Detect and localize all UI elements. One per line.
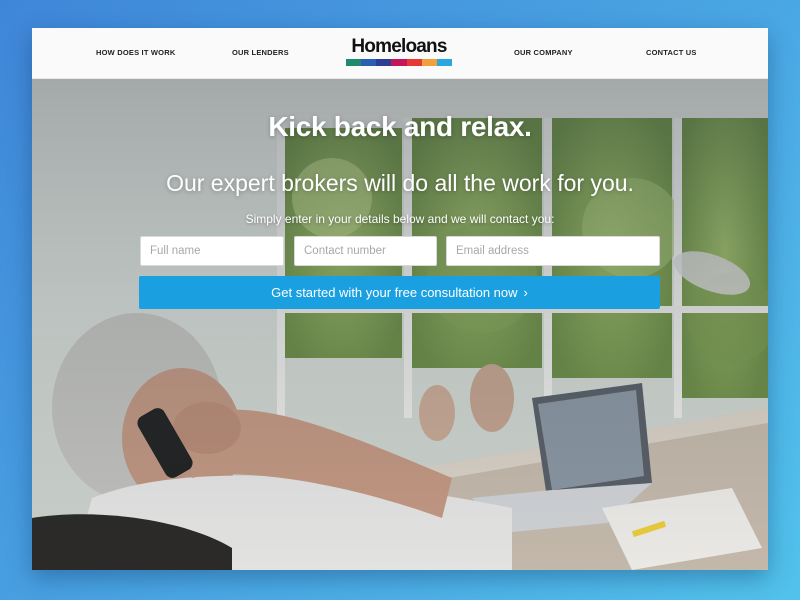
nav-our-company-link[interactable]: OUR COMPANY bbox=[514, 48, 573, 57]
contact-number-input[interactable] bbox=[294, 236, 437, 266]
hero-background-image bbox=[32, 78, 768, 570]
nav-how-it-works-link[interactable]: HOW DOES IT WORK bbox=[96, 48, 175, 57]
chevron-right-icon: › bbox=[523, 285, 528, 300]
email-address-input[interactable] bbox=[446, 236, 660, 266]
logo-bar-segment bbox=[421, 59, 437, 66]
logo-bar-segment bbox=[361, 59, 377, 66]
get-started-button[interactable]: Get started with your free consultation … bbox=[139, 276, 660, 309]
form-instruction-text: Simply enter in your details below and w… bbox=[245, 212, 555, 226]
get-started-button-label: Get started with your free consultation … bbox=[271, 285, 518, 300]
nav-our-lenders-link[interactable]: OUR LENDERS bbox=[232, 48, 289, 57]
hero-subheadline: Our expert brokers will do all the work … bbox=[166, 170, 634, 196]
top-navbar: HOW DOES IT WORK OUR LENDERS Homeloans O… bbox=[32, 28, 768, 79]
logo-wordmark: Homeloans bbox=[351, 36, 447, 57]
full-name-input[interactable] bbox=[140, 236, 284, 266]
logo-bar-segment bbox=[346, 59, 362, 66]
hero-headline: Kick back and relax. bbox=[268, 111, 532, 142]
homeloans-logo[interactable]: Homeloans bbox=[346, 37, 452, 66]
logo-bar-segment bbox=[376, 59, 392, 66]
logo-color-bar bbox=[346, 59, 452, 66]
hero-section bbox=[32, 78, 768, 570]
logo-bar-segment bbox=[436, 59, 452, 66]
nav-contact-us-link[interactable]: CONTACT US bbox=[646, 48, 697, 57]
logo-bar-segment bbox=[406, 59, 422, 66]
browser-frame: HOW DOES IT WORK OUR LENDERS Homeloans O… bbox=[32, 28, 768, 570]
logo-bar-segment bbox=[391, 59, 407, 66]
